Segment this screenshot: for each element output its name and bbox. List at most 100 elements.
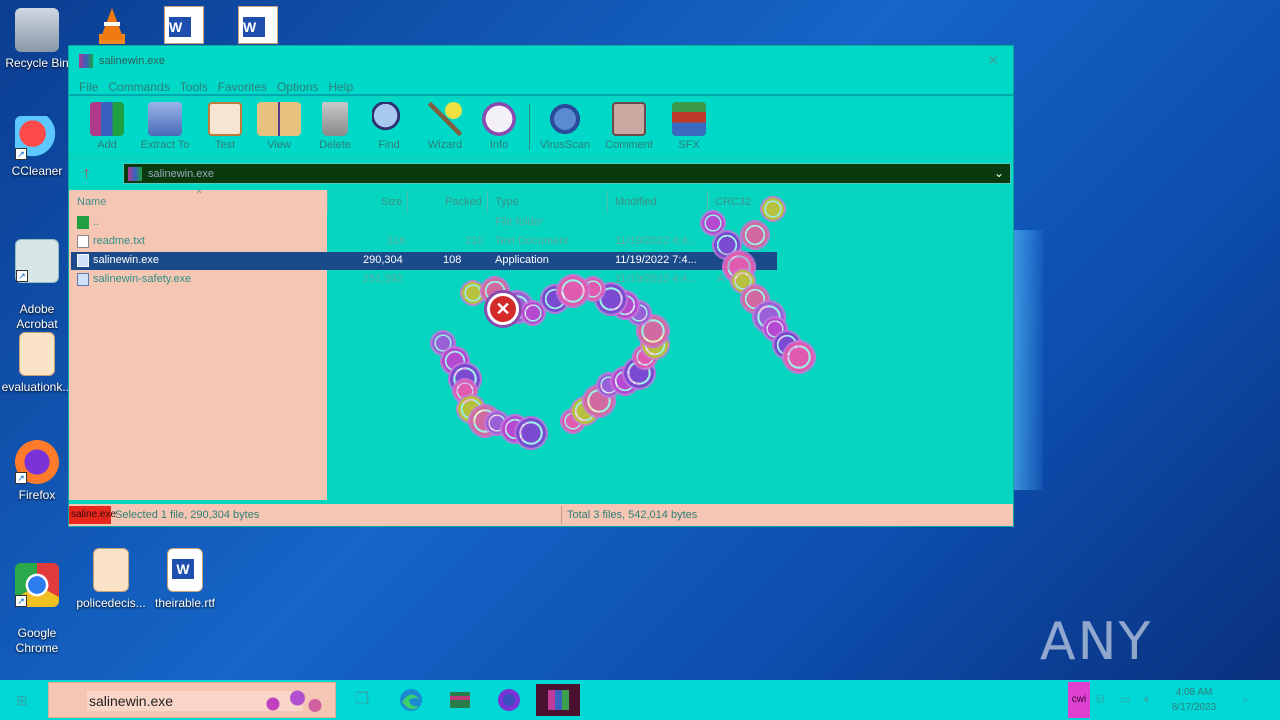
winrar-icon: [548, 690, 569, 710]
add-button[interactable]: Add: [77, 102, 137, 151]
status-bar: saline.exe Selected 1 file, 290,304 byte…: [69, 504, 1013, 526]
word-document-icon[interactable]: [238, 6, 278, 44]
menu-options[interactable]: Options: [277, 80, 318, 94]
info-button[interactable]: Info: [469, 102, 529, 151]
column-divider[interactable]: [607, 191, 608, 213]
address-combobox[interactable]: salinewin.exe ⌄: [123, 163, 1011, 184]
find-button[interactable]: Find: [359, 102, 419, 151]
file-row-salinewin-safety[interactable]: salinewin-safety.exe 251,392 11/19/2022 …: [71, 271, 777, 289]
column-header-size[interactable]: Size: [381, 196, 402, 208]
archive-window: salinewin.exe ✕ File Commands Tools Favorit…: [68, 45, 1014, 527]
comment-button[interactable]: Comment: [599, 102, 659, 151]
vlc-icon[interactable]: [92, 6, 132, 44]
column-header-packed[interactable]: Packed: [445, 196, 482, 208]
close-icon[interactable]: ✕: [987, 52, 999, 69]
wand-icon: [428, 102, 462, 136]
column-header-type[interactable]: Type: [495, 196, 519, 208]
clock-time: 4:08 AM: [1175, 687, 1213, 698]
menu-favorites[interactable]: Favorites: [218, 80, 267, 94]
menu-file[interactable]: File: [79, 80, 98, 94]
windows-start-icon[interactable]: ⊞: [16, 692, 28, 709]
tray-badge[interactable]: cwi: [1068, 682, 1090, 718]
document-icon: [19, 332, 55, 376]
column-header-crc[interactable]: CRC32: [715, 196, 751, 208]
task-view-icon[interactable]: ❐: [340, 684, 384, 716]
desktop-icon-policedecis[interactable]: policedecis...: [74, 548, 148, 611]
up-arrow-icon[interactable]: 🡑: [83, 165, 90, 187]
menu-commands[interactable]: Commands: [108, 80, 169, 94]
winrar-taskbar-button[interactable]: [536, 684, 580, 716]
extract-to-button[interactable]: Extract To: [135, 102, 195, 151]
file-type: Application: [495, 254, 549, 266]
clock-date: 8/17/2023: [1171, 702, 1217, 713]
exe-file-icon: [77, 254, 89, 267]
battery-icon[interactable]: ▭: [1120, 692, 1131, 706]
toolbar-label: Add: [97, 139, 117, 151]
status-total: Total 3 files, 542,014 bytes: [567, 509, 698, 521]
comment-icon: [612, 102, 646, 136]
edge-taskbar-button[interactable]: [389, 684, 433, 716]
desktop-icon-theirable[interactable]: theirable.rtf: [148, 548, 222, 611]
extract-folder-icon: [148, 102, 182, 136]
column-divider[interactable]: [407, 191, 408, 213]
menu-help[interactable]: Help: [328, 80, 353, 94]
file-explorer-taskbar-button[interactable]: [438, 684, 482, 716]
acrobat-icon: ↗: [15, 239, 59, 283]
shortcut-arrow-icon: ↗: [15, 595, 27, 607]
desktop-icon-google-chrome[interactable]: ↗ Google Chrome: [0, 548, 74, 671]
desktop-icon-ccleaner[interactable]: ↗ CCleaner: [0, 116, 74, 179]
word-document-icon[interactable]: [164, 6, 204, 44]
desktop-icon-recycle-bin[interactable]: Recycle Bin: [0, 8, 74, 71]
column-divider[interactable]: [327, 191, 328, 213]
toolbar-label: Wizard: [427, 139, 463, 151]
chevron-down-icon[interactable]: ⌄: [994, 166, 1004, 180]
shortcut-arrow-icon: ↗: [16, 270, 28, 282]
title-bar[interactable]: salinewin.exe ✕: [69, 46, 1013, 76]
file-type: File folder: [495, 216, 544, 228]
desktop-icon-adobe-acrobat[interactable]: ↗ Adobe Acrobat: [0, 224, 74, 347]
file-row-parent[interactable]: .. File folder: [71, 214, 777, 232]
taskbar-search[interactable]: [48, 682, 336, 718]
error-bubble: [782, 340, 816, 374]
window-title: salinewin.exe: [99, 55, 166, 67]
delete-button[interactable]: Delete: [305, 102, 365, 151]
wizard-button[interactable]: Wizard: [415, 102, 475, 151]
column-header-name[interactable]: Name: [77, 196, 106, 208]
desktop-icon-firefox[interactable]: ↗ Firefox: [0, 440, 74, 503]
view-button[interactable]: View: [249, 102, 309, 151]
desktop-light-beam: [1013, 230, 1043, 490]
sfx-button[interactable]: SFX: [659, 102, 719, 151]
toolbar-label: Delete: [319, 139, 351, 151]
volume-icon[interactable]: 🔈︎: [1144, 691, 1152, 707]
desktop-icon-evaluation[interactable]: evaluationk...: [0, 332, 74, 395]
notification-icon[interactable]: ⌄: [1240, 691, 1250, 705]
menu-tools[interactable]: Tools: [180, 80, 208, 94]
archive-icon: [128, 167, 142, 181]
test-button[interactable]: Test: [195, 102, 255, 151]
test-clipboard-icon: [208, 102, 242, 136]
firefox-taskbar-button[interactable]: [487, 684, 531, 716]
network-icon[interactable]: ⧉: [1096, 692, 1105, 707]
desktop-icon-label: policedecis...: [76, 596, 146, 610]
magnifier-icon: [372, 102, 406, 136]
file-row-readme[interactable]: readme.txt 316 210 Text Document 11/19/2…: [71, 233, 777, 251]
virusscan-button[interactable]: VirusScan: [535, 102, 595, 151]
text-file-icon: [77, 235, 89, 248]
column-header-modified[interactable]: Modified: [615, 196, 657, 208]
shortcut-arrow-icon: ↗: [15, 472, 27, 484]
toolbar-separator: [529, 104, 530, 150]
file-name: salinewin.exe: [93, 254, 160, 266]
chrome-icon: ↗: [15, 563, 59, 607]
sfx-icon: [672, 102, 706, 136]
clock[interactable]: 4:08 AM 8/17/2023: [1164, 685, 1224, 715]
file-size: 316: [387, 235, 406, 247]
firefox-icon: [498, 689, 520, 711]
file-packed: 108: [443, 254, 462, 266]
file-row-salinewin[interactable]: salinewin.exe 290,304 108 Application 11…: [71, 252, 777, 270]
error-icon[interactable]: ✕: [487, 293, 519, 325]
column-divider[interactable]: [487, 191, 488, 213]
status-selected: Selected 1 file, 290,304 bytes: [115, 509, 260, 521]
sort-up-icon: ^: [197, 188, 202, 198]
toolbar: Add Extract To Test View Delete Find Wiz…: [69, 98, 1013, 154]
virus-scan-icon: [548, 102, 582, 136]
